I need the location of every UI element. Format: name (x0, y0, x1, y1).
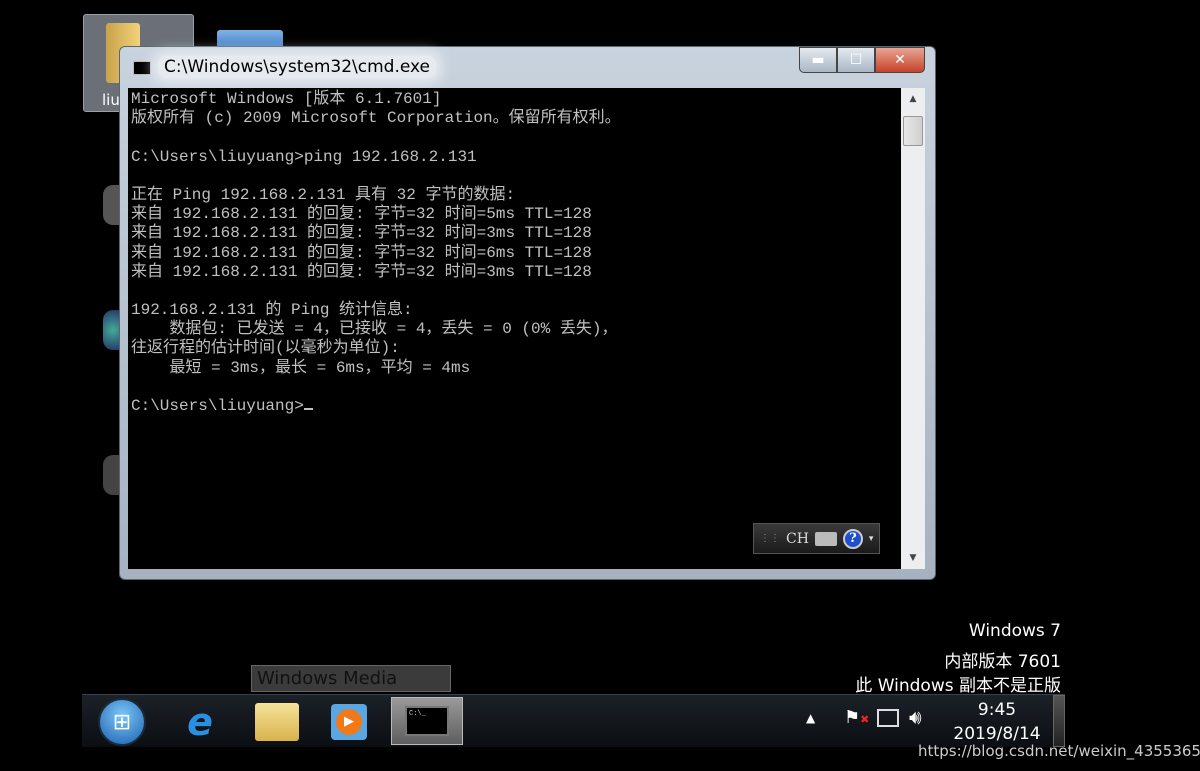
windows-media-player-icon[interactable]: ▶ (319, 699, 379, 745)
console-line: 来自 192.168.2.131 的回复: 字节=32 时间=6ms TTL=1… (131, 243, 592, 262)
console-line: 来自 192.168.2.131 的回复: 字节=32 时间=3ms TTL=1… (131, 262, 592, 281)
console-line: Microsoft Windows [版本 6.1.7601] (131, 90, 442, 108)
watermark-line3: 此 Windows 副本不是正版 (855, 676, 1061, 696)
windows-explorer-icon[interactable] (247, 699, 307, 745)
cmd-window: C:\Windows\system32\cmd.exe ▬ ☐ ✕ Micros… (119, 46, 936, 580)
network-icon[interactable] (877, 709, 899, 727)
console-line: 往返行程的估计时间(以毫秒为单位): (131, 339, 400, 358)
console-output[interactable]: Microsoft Windows [版本 6.1.7601] 版权所有 (c) … (128, 88, 901, 569)
text-cursor (303, 408, 313, 410)
scroll-up-arrow-icon[interactable]: ▲ (901, 88, 925, 110)
action-center-flag-icon[interactable]: ⚑✖ (844, 707, 869, 728)
maximize-button[interactable]: ☐ (837, 47, 875, 73)
close-button[interactable]: ✕ (875, 47, 925, 73)
window-title: C:\Windows\system32\cmd.exe (158, 56, 437, 78)
help-icon[interactable]: ? (842, 528, 863, 549)
watermark-line1: Windows 7 (968, 621, 1061, 641)
clock-time[interactable]: 9:45 (942, 700, 1052, 720)
internet-explorer-icon[interactable]: e (170, 699, 230, 745)
scroll-thumb[interactable] (903, 116, 923, 146)
show-hidden-icons-button[interactable]: ▲ (806, 711, 815, 725)
ime-language[interactable]: CH (786, 531, 809, 547)
console-line: 最短 = 3ms，最长 = 6ms，平均 = 4ms (131, 358, 471, 377)
clock-date[interactable]: 2019/8/14 (942, 724, 1052, 744)
keyboard-icon[interactable] (814, 531, 837, 546)
desktop-folder-label: liu (102, 91, 120, 109)
cmd-icon: C:\_ (405, 706, 449, 736)
scroll-down-arrow-icon[interactable]: ▼ (901, 547, 925, 569)
drag-handle-icon[interactable]: ⋮⋮ (760, 533, 780, 544)
ime-language-bar[interactable]: ⋮⋮ CH ? ▾ (753, 523, 880, 554)
console-line: 正在 Ping 192.168.2.131 具有 32 字节的数据: (131, 185, 516, 204)
taskbar: ⊞ e ▶ C:\_ ▲ ⚑✖ 🔊︎ 9:45 2019/8/14 (82, 694, 1065, 747)
volume-icon[interactable]: 🔊︎ (909, 705, 922, 729)
options-arrow-icon[interactable]: ▾ (869, 534, 874, 544)
cmd-icon (133, 61, 151, 75)
taskbar-tooltip: Windows Media Player (251, 665, 451, 714)
console-line: 来自 192.168.2.131 的回复: 字节=32 时间=5ms TTL=1… (131, 205, 592, 224)
cmd-taskbar-button[interactable]: C:\_ (391, 697, 463, 745)
console-line: 来自 192.168.2.131 的回复: 字节=32 时间=3ms TTL=1… (131, 224, 592, 243)
minimize-button[interactable]: ▬ (799, 47, 837, 73)
vertical-scrollbar[interactable]: ▲ ▼ (901, 88, 925, 569)
console-line: C:\Users\liuyuang> (131, 397, 898, 416)
console-line: 版权所有 (c) 2009 Microsoft Corporation。保留所有… (131, 109, 621, 128)
console-line: 数据包: 已发送 = 4，已接收 = 4，丢失 = 0 (0% 丢失)， (131, 320, 618, 339)
source-url: https://blog.csdn.net/weixin_43553654 (918, 742, 1200, 760)
console-line: 192.168.2.131 的 Ping 统计信息: (131, 301, 413, 320)
show-desktop-button[interactable] (1053, 695, 1065, 747)
start-button[interactable]: ⊞ (98, 698, 146, 746)
console-line: C:\Users\liuyuang>ping 192.168.2.131 (131, 147, 477, 166)
watermark-line2: 内部版本 7601 (944, 652, 1061, 672)
